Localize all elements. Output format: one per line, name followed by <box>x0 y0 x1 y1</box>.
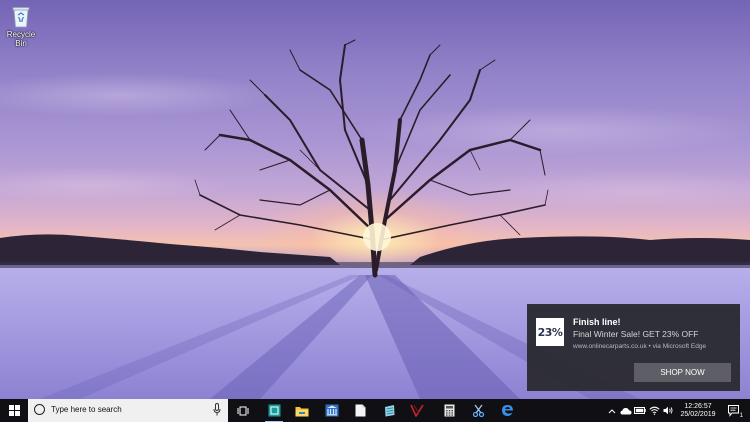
recycle-bin-icon <box>12 7 30 28</box>
calculator-icon <box>444 404 454 417</box>
shop-now-button[interactable]: SHOP NOW <box>634 363 731 382</box>
tray-wifi[interactable] <box>647 399 661 422</box>
taskbar: Type here to search 12:26:57 25/02/2019 … <box>0 399 750 422</box>
windows-logo-icon <box>8 405 20 416</box>
document-icon <box>355 404 365 417</box>
taskbar-notepad[interactable] <box>377 399 401 422</box>
desktop-icon-recycle-bin[interactable]: Recycle Bin <box>2 4 40 48</box>
microphone-icon[interactable] <box>213 403 221 416</box>
taskbar-document[interactable] <box>348 399 372 422</box>
chevron-up-icon <box>608 408 616 413</box>
edge-browser-icon <box>501 405 513 417</box>
clock-time: 12:26:57 <box>684 402 712 410</box>
notepad-icon <box>384 405 394 417</box>
toast-logo-text: 23% <box>537 325 563 339</box>
toast-app-logo: 23% <box>536 318 564 346</box>
clock-date: 25/02/2019 <box>680 410 716 418</box>
taskbar-file-explorer[interactable] <box>290 399 314 422</box>
control-panel-icon <box>325 404 339 417</box>
notification-count: 1 <box>739 413 743 419</box>
wifi-icon <box>648 406 660 415</box>
taskbar-control-panel[interactable] <box>320 399 344 422</box>
search-box[interactable]: Type here to search <box>28 399 228 422</box>
task-view-button[interactable] <box>231 399 255 422</box>
toast-attribution: www.onlinecarparts.co.uk • via Microsoft… <box>573 343 707 350</box>
action-center-button[interactable]: 1 <box>724 399 744 422</box>
taskbar-calculator[interactable] <box>437 399 461 422</box>
tray-volume[interactable] <box>661 399 675 422</box>
taskbar-red-app[interactable] <box>405 399 429 422</box>
snipping-tool-icon <box>472 404 484 417</box>
cortana-circle-icon <box>34 404 45 415</box>
app-store-icon <box>268 404 280 417</box>
tray-onedrive[interactable] <box>619 399 633 422</box>
search-placeholder: Type here to search <box>51 405 122 414</box>
start-button[interactable] <box>0 399 28 422</box>
desktop-icon-label: Recycle Bin <box>6 30 36 48</box>
toast-title: Finish line! <box>573 317 621 327</box>
taskbar-app-store[interactable] <box>262 399 286 422</box>
notification-icon <box>727 404 739 417</box>
tray-clock[interactable]: 12:26:57 25/02/2019 <box>676 399 720 422</box>
show-hidden-icons-button[interactable] <box>606 399 618 422</box>
volume-icon <box>663 406 672 415</box>
task-view-icon <box>237 406 249 415</box>
battery-icon <box>634 407 646 414</box>
toast-body: Final Winter Sale! GET 23% OFF <box>573 329 699 339</box>
file-explorer-icon <box>295 406 309 416</box>
red-app-icon <box>410 404 424 417</box>
tray-battery[interactable] <box>633 399 647 422</box>
onedrive-cloud-icon <box>620 407 632 414</box>
toast-notification[interactable]: 23% Finish line! Final Winter Sale! GET … <box>527 304 740 391</box>
taskbar-snipping-tool[interactable] <box>466 399 490 422</box>
taskbar-edge[interactable] <box>495 399 519 422</box>
